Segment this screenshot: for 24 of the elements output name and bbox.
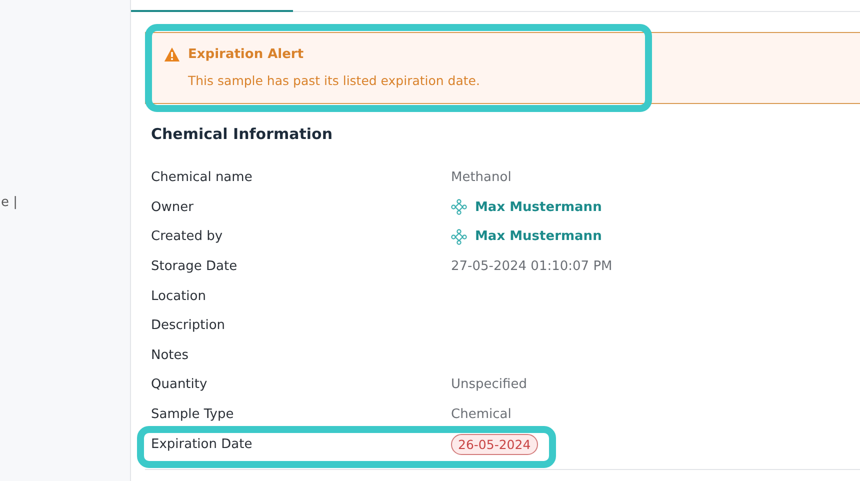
- user-link[interactable]: Max Mustermann: [475, 229, 602, 244]
- field-label: Storage Date: [151, 259, 238, 274]
- user-icon: [451, 228, 467, 245]
- field-label: Notes: [151, 348, 190, 363]
- field-label: Expiration Date: [151, 436, 254, 452]
- field-label: Location: [151, 288, 207, 304]
- field-label: Quantity: [151, 377, 208, 392]
- alert-message: This sample has past its listed expiration date.: [188, 73, 481, 88]
- user-link[interactable]: Max Mustermann: [475, 200, 602, 215]
- field-value: Unspecified: [451, 377, 527, 392]
- sidebar-text: e |: [1, 195, 18, 210]
- field-value: 27-05-2024 01:10:07 PM: [451, 259, 612, 274]
- user-icon: [451, 199, 467, 216]
- field-label: Created by: [151, 229, 224, 244]
- alert-title: Expiration Alert: [188, 47, 304, 62]
- field-value: Methanol: [451, 170, 512, 186]
- date-badge: 26-05-2024: [451, 434, 538, 455]
- field-value: Chemical: [451, 407, 512, 422]
- field-label: Chemical name: [151, 170, 254, 186]
- field-label: Owner: [151, 200, 194, 215]
- field-label: Sample Type: [151, 407, 235, 422]
- warning-icon: [164, 47, 180, 62]
- section-title: Chemical Information: [151, 125, 334, 145]
- field-label: Description: [151, 318, 226, 334]
